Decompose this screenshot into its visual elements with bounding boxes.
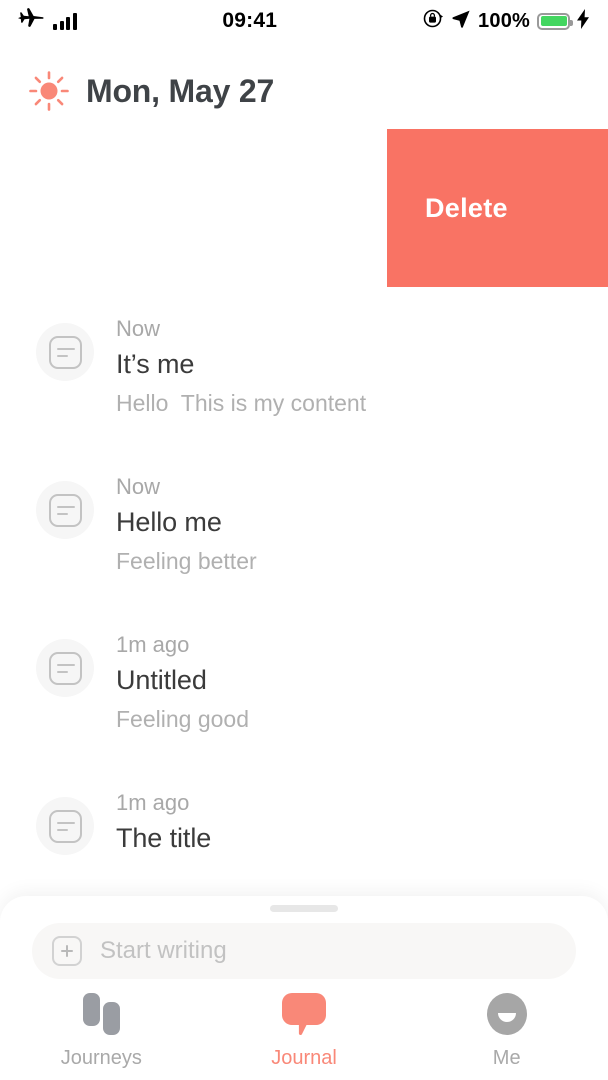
note-icon bbox=[36, 323, 94, 381]
list-item[interactable]: Now Hello me Feeling better bbox=[0, 453, 608, 611]
status-bar-clock: 09:41 bbox=[222, 9, 278, 32]
sheet-drag-handle[interactable] bbox=[270, 905, 338, 912]
note-icon bbox=[36, 639, 94, 697]
entry-title: The title bbox=[116, 823, 212, 854]
note-icon bbox=[36, 797, 94, 855]
status-bar-center: 09:41 bbox=[77, 9, 424, 33]
entry-snippet: Feeling good bbox=[116, 706, 249, 733]
entry-title: Hello me bbox=[116, 507, 222, 538]
tab-journal-label: Journal bbox=[271, 1047, 337, 1069]
list-item[interactable]: 1m ago Untitled Feeling good bbox=[0, 611, 608, 769]
compose-placeholder: Start writing bbox=[100, 937, 227, 964]
entry-text: 1m ago Untitled Feeling good bbox=[116, 625, 249, 737]
battery-percent-label: 100% bbox=[478, 9, 530, 32]
status-bar: 09:41 100% bbox=[0, 0, 608, 42]
bottom-sheet: Start writing Journeys Journal Me bbox=[0, 896, 608, 1080]
entry-timestamp: Now bbox=[116, 316, 161, 341]
entry-text: Now It’s me Hello This is my content bbox=[116, 309, 366, 421]
entry-snippet: Feeling better bbox=[116, 548, 257, 575]
rotation-lock-icon bbox=[423, 8, 444, 34]
status-bar-right: 100% bbox=[423, 8, 590, 34]
status-bar-left bbox=[18, 7, 77, 35]
journeys-icon bbox=[78, 992, 124, 1036]
lightning-bolt-icon bbox=[577, 8, 590, 34]
note-icon bbox=[36, 481, 94, 539]
plus-icon[interactable] bbox=[52, 936, 82, 966]
sun-icon bbox=[28, 70, 70, 112]
tab-journal[interactable]: Journal bbox=[203, 992, 406, 1070]
delete-button-label: Delete bbox=[425, 192, 508, 223]
tab-me-label: Me bbox=[492, 1047, 521, 1069]
entry-title: It’s me bbox=[116, 349, 195, 380]
journal-bubble-icon bbox=[281, 992, 327, 1036]
entry-snippet: Hello This is my content bbox=[116, 390, 367, 417]
signal-bars-icon bbox=[53, 12, 77, 30]
page-header: Mon, May 27 bbox=[0, 62, 608, 120]
entry-title: Untitled bbox=[116, 665, 207, 696]
compose-field[interactable]: Start writing bbox=[32, 923, 576, 979]
profile-smile-icon bbox=[485, 992, 529, 1036]
tab-journeys-label: Journeys bbox=[60, 1047, 142, 1069]
entry-timestamp: Now bbox=[116, 474, 161, 499]
battery-icon bbox=[537, 12, 573, 30]
entry-timestamp: 1m ago bbox=[116, 632, 190, 657]
journal-entry-list: Now It’s me Hello This is my content Now… bbox=[0, 295, 608, 927]
airplane-icon bbox=[18, 7, 44, 35]
delete-swipe-action[interactable]: Delete bbox=[387, 129, 608, 287]
list-item[interactable]: Now It’s me Hello This is my content bbox=[0, 295, 608, 453]
tab-journeys[interactable]: Journeys bbox=[0, 992, 203, 1070]
location-arrow-icon bbox=[451, 9, 471, 34]
entry-text: 1m ago The title bbox=[116, 783, 211, 860]
entry-timestamp: 1m ago bbox=[116, 790, 190, 815]
tab-bar: Journeys Journal Me bbox=[0, 982, 608, 1080]
entry-text: Now Hello me Feeling better bbox=[116, 467, 257, 579]
tab-me[interactable]: Me bbox=[405, 992, 608, 1070]
page-title: Mon, May 27 bbox=[86, 72, 275, 109]
